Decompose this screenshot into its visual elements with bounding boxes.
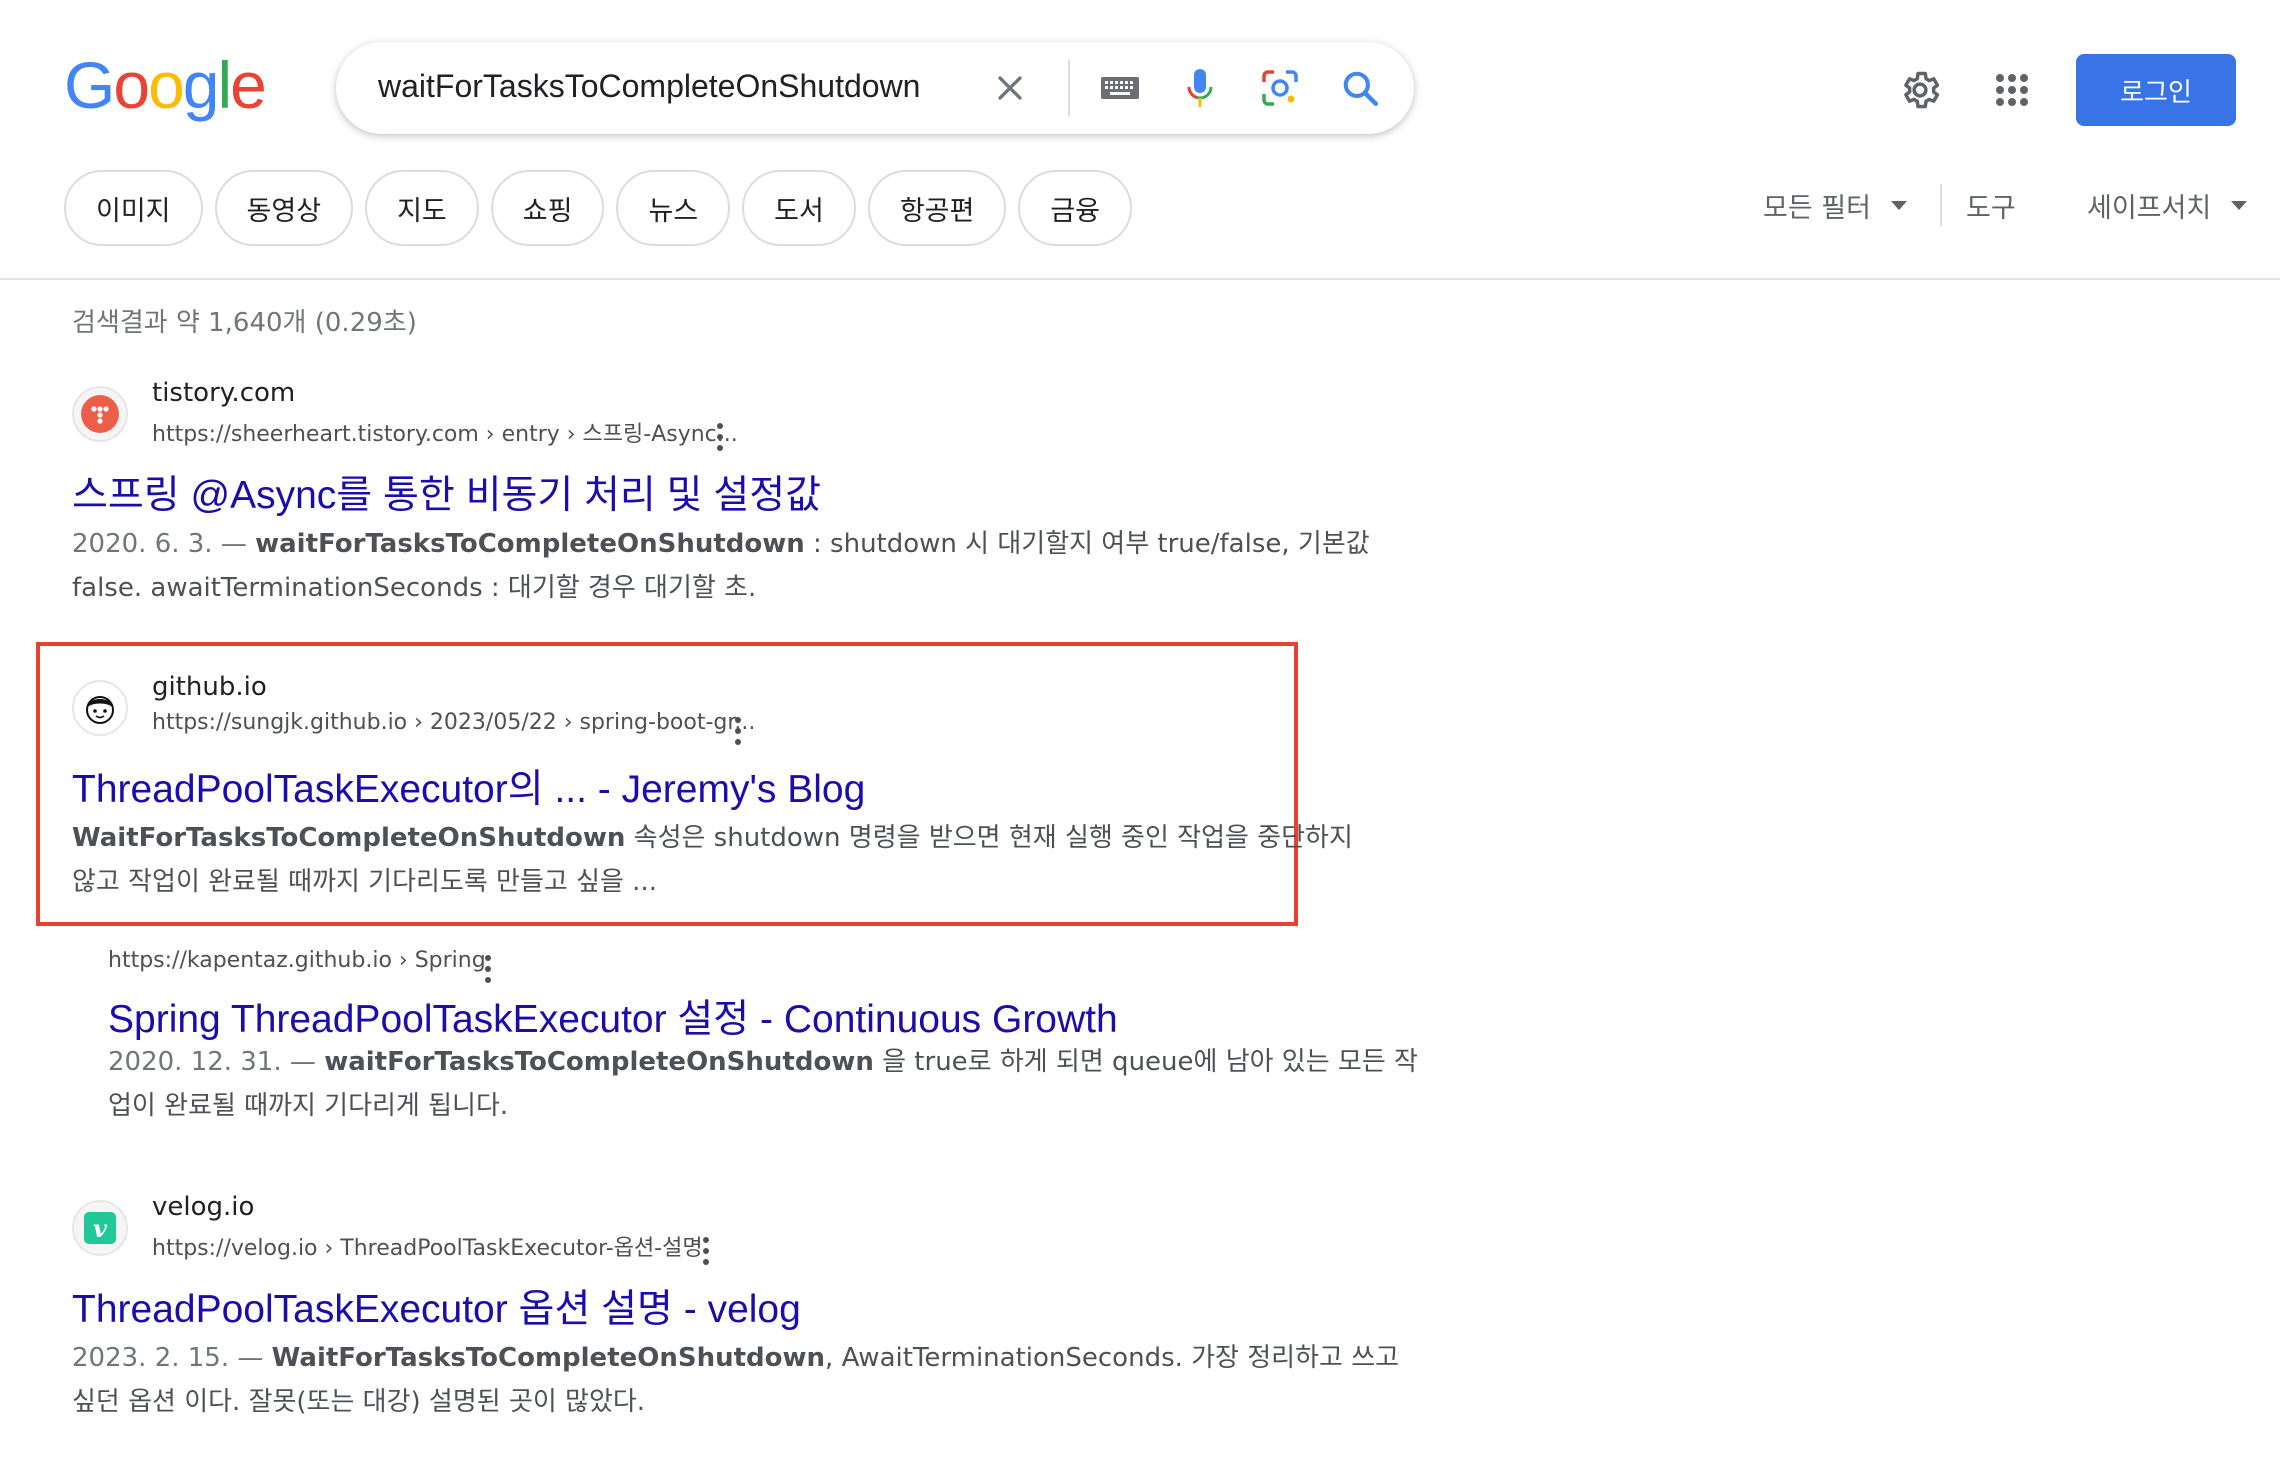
- chip-images[interactable]: 이미지: [64, 170, 203, 246]
- result-site-name: tistory.com: [152, 378, 296, 408]
- more-options-icon[interactable]: [726, 714, 750, 748]
- tools-divider: [1940, 184, 1942, 226]
- search-result: github.io https://sungjk.github.io › 202…: [72, 672, 1353, 902]
- safesearch-menu[interactable]: 세이프서치: [2087, 186, 2248, 225]
- result-snippet-text: : shutdown 시 대기할지 여부 true/false, 기본값: [804, 529, 1370, 559]
- chip-news[interactable]: 뉴스: [616, 170, 731, 246]
- chip-videos[interactable]: 동영상: [214, 170, 354, 246]
- lens-icon[interactable]: [1256, 64, 1304, 112]
- login-button[interactable]: 로그인: [2076, 54, 2236, 126]
- result-date: 2020. 12. 31. —: [108, 1047, 325, 1077]
- more-options-icon[interactable]: [708, 420, 732, 454]
- result-title-link[interactable]: ThreadPoolTaskExecutor의 ... - Jeremy's B…: [72, 758, 865, 814]
- result-date: 2020. 6. 3. —: [72, 529, 256, 559]
- search-box[interactable]: waitForTasksToCompleteOnShutdown: [336, 42, 1414, 134]
- result-snippet-text: 을 true로 하게 되면 queue에 남아 있는 모든 작: [873, 1047, 1418, 1077]
- more-options-icon[interactable]: [694, 1234, 718, 1268]
- result-date: 2023. 2. 15. —: [72, 1343, 272, 1373]
- all-filters-label: 모든 필터: [1763, 193, 1871, 224]
- result-snippet-keyword: WaitForTasksToCompleteOnShutdown: [72, 823, 626, 853]
- result-site-name: velog.io: [152, 1192, 255, 1222]
- result-snippet: 2023. 2. 15. — WaitForTasksToCompleteOnS…: [72, 1336, 1399, 1424]
- velog-icon: v: [72, 1200, 128, 1256]
- result-title-link[interactable]: ThreadPoolTaskExecutor 옵션 설명 - velog: [72, 1278, 801, 1334]
- chip-shopping[interactable]: 쇼핑: [490, 170, 605, 246]
- chip-finance[interactable]: 금융: [1018, 170, 1133, 246]
- avatar-icon: [72, 680, 128, 736]
- more-options-icon[interactable]: [476, 952, 500, 986]
- tools-label: 도구: [1966, 193, 2016, 224]
- search-divider: [1068, 60, 1070, 116]
- apps-grid-icon[interactable]: [1984, 62, 2040, 118]
- result-snippet-text: 속성은 shutdown 명령을 받으면 현재 실행 중인 작업을 중단하지: [625, 823, 1353, 853]
- result-snippet-keyword: waitForTasksToCompleteOnShutdown: [324, 1047, 874, 1077]
- search-input[interactable]: waitForTasksToCompleteOnShutdown: [378, 68, 920, 105]
- safesearch-label: 세이프서치: [2087, 193, 2212, 224]
- search-icon[interactable]: [1336, 64, 1384, 112]
- result-snippet-line2: 싶던 옵션 이다. 잘못(또는 대강) 설명된 곳이 많았다.: [72, 1387, 646, 1417]
- microphone-icon[interactable]: [1176, 64, 1224, 112]
- result-snippet-keyword: waitForTasksToCompleteOnShutdown: [255, 529, 805, 559]
- search-result: v velog.io https://velog.io › ThreadPool…: [72, 1192, 1399, 1422]
- result-site-name: github.io: [152, 672, 267, 702]
- result-title-link[interactable]: 스프링 @Async를 통한 비동기 처리 및 설정값: [72, 464, 821, 520]
- svg-text:v: v: [93, 1214, 108, 1243]
- result-snippet-line2: 업이 완료될 때까지 기다리게 됩니다.: [108, 1091, 509, 1121]
- result-snippet-line2: false. awaitTerminationSeconds : 대기할 경우 …: [72, 573, 757, 603]
- chip-books[interactable]: 도서: [742, 170, 856, 246]
- result-snippet: 2020. 6. 3. — waitForTasksToCompleteOnSh…: [72, 522, 1370, 610]
- tools-button[interactable]: 도구: [1966, 186, 2016, 225]
- result-snippet-keyword: WaitForTasksToCompleteOnShutdown: [271, 1343, 826, 1373]
- result-url[interactable]: https://kapentaz.github.io › Spring: [108, 948, 486, 973]
- result-snippet-text: , AwaitTerminationSeconds. 가장 정리하고 쓰고: [825, 1343, 1400, 1373]
- chip-maps[interactable]: 지도: [365, 170, 479, 246]
- search-filter-chips: 이미지 동영상 지도 쇼핑 뉴스 도서 항공편 금융: [64, 170, 1133, 246]
- chevron-down-icon: [2231, 201, 2248, 210]
- result-title-link[interactable]: Spring ThreadPoolTaskExecutor 설정 - Conti…: [108, 988, 1118, 1044]
- chip-flights[interactable]: 항공편: [867, 170, 1007, 246]
- clear-icon[interactable]: [986, 64, 1034, 112]
- result-snippet-line2: 않고 작업이 완료될 때까지 기다리도록 만들고 싶을 ...: [72, 867, 657, 897]
- result-stats: 검색결과 약 1,640개 (0.29초): [72, 308, 417, 338]
- result-url[interactable]: https://velog.io › ThreadPoolTaskExecuto…: [152, 1230, 703, 1262]
- result-url[interactable]: https://sungjk.github.io › 2023/05/22 › …: [152, 710, 755, 735]
- result-snippet: WaitForTasksToCompleteOnShutdown 속성은 shu…: [72, 816, 1353, 904]
- result-snippet: 2020. 12. 31. — waitForTasksToCompleteOn…: [108, 1040, 1418, 1128]
- google-logo[interactable]: Google: [64, 52, 267, 118]
- all-filters-menu[interactable]: 모든 필터: [1763, 186, 1907, 225]
- search-result-indented: https://kapentaz.github.io › Spring Spri…: [108, 946, 1418, 1136]
- search-result: tistory.com https://sheerheart.tistory.c…: [72, 378, 1370, 608]
- chevron-down-icon: [1890, 201, 1907, 210]
- tistory-icon: [72, 386, 128, 442]
- header-divider: [0, 278, 2280, 280]
- settings-icon[interactable]: [1892, 62, 1948, 118]
- keyboard-icon[interactable]: [1096, 64, 1144, 112]
- result-url[interactable]: https://sheerheart.tistory.com › entry ›…: [152, 416, 738, 448]
